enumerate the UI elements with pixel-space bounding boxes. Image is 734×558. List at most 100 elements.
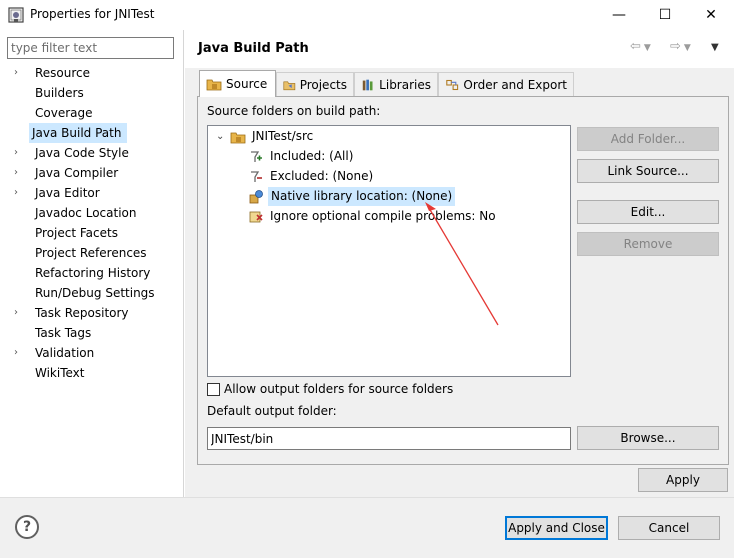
- native-library-icon: [249, 189, 263, 203]
- collapse-chevron-icon[interactable]: ⌄: [216, 127, 226, 146]
- button-label: Link Source...: [607, 164, 689, 178]
- nav-item-refactoring-history[interactable]: Refactoring History: [0, 263, 183, 283]
- nav-item-wikitext[interactable]: WikiText: [0, 363, 183, 383]
- nav-item-label: Task Repository: [35, 306, 129, 320]
- tab-label: Order and Export: [463, 77, 567, 92]
- tab-source[interactable]: Source: [199, 70, 276, 97]
- allow-output-folders-option[interactable]: Allow output folders for source folders: [207, 382, 453, 396]
- expand-chevron-icon[interactable]: ›: [14, 143, 24, 163]
- tree-item-label: Excluded: (None): [270, 169, 374, 183]
- expand-chevron-icon[interactable]: ›: [14, 63, 24, 83]
- back-arrow-icon: ⇦: [630, 39, 641, 54]
- cancel-button[interactable]: Cancel: [618, 516, 720, 540]
- allow-output-checkbox[interactable]: [207, 382, 220, 396]
- expand-chevron-icon[interactable]: ›: [14, 303, 24, 323]
- back-nav-button[interactable]: ⇦ ▼: [630, 39, 651, 54]
- filter-input[interactable]: [7, 37, 174, 59]
- nav-item-label: Java Code Style: [35, 146, 129, 160]
- tab-label: Source: [226, 77, 268, 91]
- libraries-icon: [362, 79, 373, 90]
- tree-row-ignore-problems[interactable]: Ignore optional compile problems: No: [248, 207, 498, 226]
- default-output-label: Default output folder:: [207, 404, 337, 418]
- chevron-down-icon: ▼: [643, 43, 651, 53]
- nav-item-validation[interactable]: › Validation: [0, 343, 183, 363]
- property-page-navigator: › Resource Builders Coverage Java Build Path…: [0, 30, 184, 497]
- help-icon: ?: [22, 519, 32, 535]
- nav-item-java-compiler[interactable]: › Java Compiler: [0, 163, 183, 183]
- forward-nav-button[interactable]: ⇨ ▼: [670, 39, 691, 54]
- button-label: Remove: [623, 237, 673, 251]
- eclipse-app-icon: [8, 7, 24, 23]
- default-output-folder-input[interactable]: [207, 427, 571, 450]
- button-label: Browse...: [620, 431, 676, 445]
- view-menu-button[interactable]: ▼: [711, 42, 719, 53]
- allow-output-label: Allow output folders for source folders: [224, 382, 454, 396]
- link-source-button[interactable]: Link Source...: [577, 159, 719, 183]
- nav-item-label: Refactoring History: [35, 266, 151, 280]
- help-button[interactable]: ?: [15, 515, 39, 539]
- window-title: Properties for JNITest: [30, 7, 155, 21]
- nav-item-coverage[interactable]: Coverage: [0, 103, 183, 123]
- tab-order-and-export[interactable]: Order and Export: [438, 72, 574, 96]
- nav-item-label: Resource: [35, 66, 91, 80]
- maximize-button[interactable]: ☐: [642, 0, 688, 30]
- close-icon: ✕: [705, 7, 717, 23]
- nav-item-label: Project Facets: [35, 226, 118, 240]
- nav-item-task-tags[interactable]: Task Tags: [0, 323, 183, 343]
- minimize-icon: —: [612, 7, 626, 23]
- order-export-icon: [446, 79, 459, 90]
- nav-item-java-code-style[interactable]: › Java Code Style: [0, 143, 183, 163]
- tab-projects[interactable]: Projects: [276, 72, 354, 96]
- button-label: Cancel: [648, 521, 690, 535]
- nav-item-task-repository[interactable]: › Task Repository: [0, 303, 183, 323]
- expand-chevron-icon[interactable]: ›: [14, 183, 24, 203]
- nav-item-label: Task Tags: [35, 326, 92, 340]
- project-folder-icon: [283, 81, 296, 90]
- apply-and-close-button[interactable]: Apply and Close: [505, 516, 608, 540]
- edit-button[interactable]: Edit...: [577, 200, 719, 224]
- add-folder-button[interactable]: Add Folder...: [577, 127, 719, 151]
- nav-item-label: Validation: [35, 346, 95, 360]
- apply-button[interactable]: Apply: [638, 468, 728, 492]
- page-title: Java Build Path: [198, 41, 309, 56]
- button-label: Edit...: [630, 205, 666, 219]
- nav-item-project-facets[interactable]: Project Facets: [0, 223, 183, 243]
- nav-item-resource[interactable]: › Resource: [0, 63, 183, 83]
- source-folders-tree[interactable]: ⌄ JNITest/src Included: (All) Excluded: …: [207, 125, 571, 377]
- nav-item-label: WikiText: [35, 366, 85, 380]
- remove-button[interactable]: Remove: [577, 232, 719, 256]
- expand-chevron-icon[interactable]: ›: [14, 163, 24, 183]
- nav-item-javadoc-location[interactable]: Javadoc Location: [0, 203, 183, 223]
- browse-button[interactable]: Browse...: [577, 426, 719, 450]
- tree-row-native-library[interactable]: Native library location: (None): [248, 187, 456, 206]
- tab-label: Libraries: [379, 77, 431, 92]
- nav-item-project-references[interactable]: Project References: [0, 243, 183, 263]
- tree-item-label: Ignore optional compile problems: No: [270, 209, 496, 223]
- chevron-down-icon: ▼: [683, 43, 691, 53]
- nav-item-label: Builders: [35, 86, 84, 100]
- package-folder-icon: [230, 132, 246, 143]
- compile-problems-icon: [249, 211, 263, 222]
- maximize-icon: ☐: [658, 7, 672, 23]
- menu-triangle-icon: ▼: [711, 42, 719, 53]
- nav-item-label: Javadoc Location: [35, 206, 137, 220]
- nav-item-builders[interactable]: Builders: [0, 83, 183, 103]
- button-label: Apply: [666, 473, 700, 487]
- minimize-button[interactable]: —: [596, 0, 642, 30]
- inclusion-filter-icon: [251, 150, 262, 162]
- button-label: Add Folder...: [610, 132, 686, 146]
- tree-item-label: Included: (All): [270, 149, 354, 163]
- nav-item-java-editor[interactable]: › Java Editor: [0, 183, 183, 203]
- tree-row-included[interactable]: Included: (All): [248, 147, 355, 166]
- close-button[interactable]: ✕: [688, 0, 734, 30]
- nav-item-run-debug-settings[interactable]: Run/Debug Settings: [0, 283, 183, 303]
- tab-libraries[interactable]: Libraries: [354, 72, 438, 96]
- nav-item-label: Coverage: [35, 106, 93, 120]
- expand-chevron-icon[interactable]: ›: [14, 343, 24, 363]
- nav-item-java-build-path[interactable]: Java Build Path: [0, 123, 183, 143]
- nav-item-label: Java Build Path: [29, 123, 128, 143]
- nav-item-label: Run/Debug Settings: [35, 286, 155, 300]
- tree-row-root[interactable]: ⌄ JNITest/src: [216, 127, 315, 146]
- tree-row-excluded[interactable]: Excluded: (None): [248, 167, 375, 186]
- forward-arrow-icon: ⇨: [670, 39, 681, 54]
